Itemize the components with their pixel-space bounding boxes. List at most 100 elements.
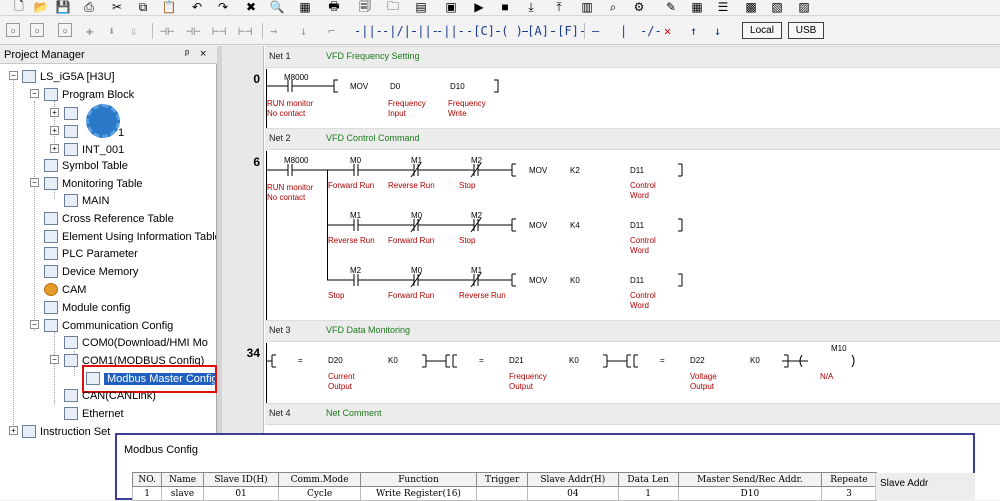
expand-toggle[interactable]: + [50, 144, 59, 153]
vline-icon[interactable]: | [620, 23, 627, 39]
print-preview-icon[interactable]: 🖶 [325, 0, 343, 14]
column-header[interactable]: Name [161, 472, 204, 487]
function-icon[interactable]: -[F]- [550, 23, 586, 39]
new-file-icon[interactable]: 🗋 [10, 0, 28, 14]
grid-icon[interactable]: ▦ [296, 0, 314, 14]
table-cell[interactable]: 1 [617, 486, 679, 501]
expand-toggle[interactable]: + [50, 126, 59, 135]
column-header[interactable]: Repeate [820, 472, 878, 487]
expand-toggle[interactable]: + [50, 108, 59, 117]
delete-line-icon[interactable]: ✕ [664, 23, 671, 39]
column-header[interactable]: Slave ID(H) [202, 472, 280, 487]
find-icon[interactable]: 🔍 [268, 0, 286, 14]
run-icon[interactable]: ▶ [470, 0, 488, 14]
line-corner-icon[interactable]: ⌐ [328, 23, 335, 39]
expand-toggle[interactable]: − [30, 89, 39, 98]
move-down2-icon[interactable]: ⇩ [130, 23, 137, 39]
mode3-icon[interactable]: ▫ [58, 23, 72, 37]
expand-toggle[interactable]: − [50, 355, 59, 364]
hline-icon[interactable]: — [592, 23, 599, 39]
save-icon[interactable]: 💾 [54, 0, 72, 14]
tree-item-program-block[interactable]: Program Block [44, 86, 134, 103]
tree-item-ethernet[interactable]: Ethernet [64, 405, 124, 422]
expand-toggle[interactable]: − [9, 71, 18, 80]
module-icon[interactable]: ▩ [742, 0, 760, 14]
open-folder-icon[interactable]: 📂 [32, 0, 50, 14]
undo-icon[interactable]: ↶ [188, 0, 206, 14]
move-down-icon[interactable]: ⬇ [108, 23, 115, 39]
expand-toggle[interactable]: + [9, 426, 18, 435]
column-header[interactable]: Data Len [617, 472, 679, 487]
paste-icon[interactable]: 📋 [160, 0, 178, 14]
table-icon[interactable]: ▦ [688, 0, 706, 14]
table-cell[interactable]: Write Register(16) [359, 486, 478, 501]
copy-icon[interactable]: ⧉ [134, 0, 152, 14]
mode2-icon[interactable]: ▫ [30, 23, 44, 37]
column-header[interactable]: NO. [131, 472, 163, 487]
parallel-contact-icon[interactable]: -||- [436, 23, 465, 39]
close-icon[interactable]: × [200, 48, 206, 60]
list-icon[interactable]: ☰ [714, 0, 732, 14]
column-header[interactable]: Function [359, 472, 478, 487]
download-icon[interactable]: ⤓ [522, 0, 540, 14]
delete-icon[interactable]: ✖ [242, 0, 260, 14]
rising-contact-icon[interactable]: -||- [410, 23, 439, 39]
copy-doc-icon[interactable]: 🗐 [356, 0, 374, 14]
folder-icon[interactable]: 🗀 [384, 0, 402, 14]
down-arrow-icon[interactable]: ↓ [714, 23, 721, 39]
table-cell[interactable]: 01 [202, 486, 280, 501]
insert-row-icon[interactable]: ✚ [86, 23, 93, 39]
insert-col-icon[interactable]: ⊣⊢ [160, 23, 174, 39]
tree-item-block[interactable] [64, 123, 82, 140]
tree-item-cross-reference[interactable]: Cross Reference Table [44, 210, 174, 227]
table-cell[interactable]: D10 [677, 486, 822, 501]
table-cell[interactable]: Cycle [278, 486, 361, 501]
table-cell[interactable]: 3 [820, 486, 878, 501]
upload-icon[interactable]: ⤒ [550, 0, 568, 14]
edit-icon[interactable]: ✎ [662, 0, 680, 14]
tree-item-plc-parameter[interactable]: PLC Parameter [44, 245, 138, 262]
up-arrow-icon[interactable]: ↑ [690, 23, 697, 39]
table-cell[interactable]: 1 [131, 486, 163, 501]
branch-icon[interactable]: ⊢⊣ [212, 23, 226, 39]
expand-toggle[interactable]: − [30, 320, 39, 329]
tree-item-element-using[interactable]: Element Using Information Table [44, 228, 216, 245]
monitor-icon[interactable]: ▣ [442, 0, 460, 14]
delete-col-icon[interactable]: ⊣⊢ [186, 23, 200, 39]
tree-item-block[interactable] [64, 105, 82, 122]
device-icon[interactable]: ▥ [578, 0, 596, 14]
tree-item-com0[interactable]: COM0(Download/HMI Mo [64, 334, 216, 351]
search-icon[interactable]: ⌕ [604, 0, 622, 14]
column-header[interactable]: Slave Addr(H) [527, 472, 619, 487]
tree-item-project[interactable]: LS_iG5A [H3U] [22, 68, 115, 85]
tree-item-instruction-set[interactable]: Instruction Set [22, 423, 110, 440]
tree-item-module-config[interactable]: Module config [44, 299, 131, 316]
tree-item-device-memory[interactable]: Device Memory [44, 263, 138, 280]
stop-icon[interactable]: ■ [496, 0, 514, 14]
redo-icon[interactable]: ↷ [214, 0, 232, 14]
pin-icon[interactable]: ᵖ [185, 48, 189, 60]
mode-icon[interactable]: ▫ [6, 23, 20, 37]
compile-icon[interactable]: ▤ [412, 0, 430, 14]
local-button[interactable]: Local [742, 22, 782, 39]
tree-item-symbol-table[interactable]: Symbol Table [44, 157, 128, 174]
invert-icon[interactable]: -/- [640, 23, 662, 39]
expand-toggle[interactable]: − [30, 178, 39, 187]
table-cell[interactable]: 04 [527, 486, 619, 501]
cut-icon[interactable]: ✂ [108, 0, 126, 14]
tree-item-monitoring-table[interactable]: Monitoring Table [44, 175, 143, 192]
no-contact-icon[interactable]: -||- [354, 23, 383, 39]
table-row[interactable]: 1 slave 01 Cycle Write Register(16) 04 1 D10 3 [131, 486, 878, 501]
table-cell[interactable] [476, 486, 529, 501]
column-header[interactable]: Comm.Mode [278, 472, 361, 487]
tree-item-can[interactable]: CAN(CANLink) [64, 387, 156, 404]
table-cell[interactable]: slave [161, 486, 204, 501]
ladder-editor[interactable]: Net 1 VFD Frequency Setting Net 2 VFD Co… [222, 46, 1000, 500]
column-header[interactable]: Master Send/Rec Addr. [677, 472, 822, 487]
usb-button[interactable]: USB [788, 22, 824, 39]
line-right-icon[interactable]: → [270, 23, 277, 39]
line-down-icon[interactable]: ↓ [300, 23, 307, 39]
print-icon[interactable]: ⎙ [80, 0, 98, 14]
report-icon[interactable]: ▨ [795, 0, 813, 14]
column-header[interactable]: Trigger [476, 472, 529, 487]
